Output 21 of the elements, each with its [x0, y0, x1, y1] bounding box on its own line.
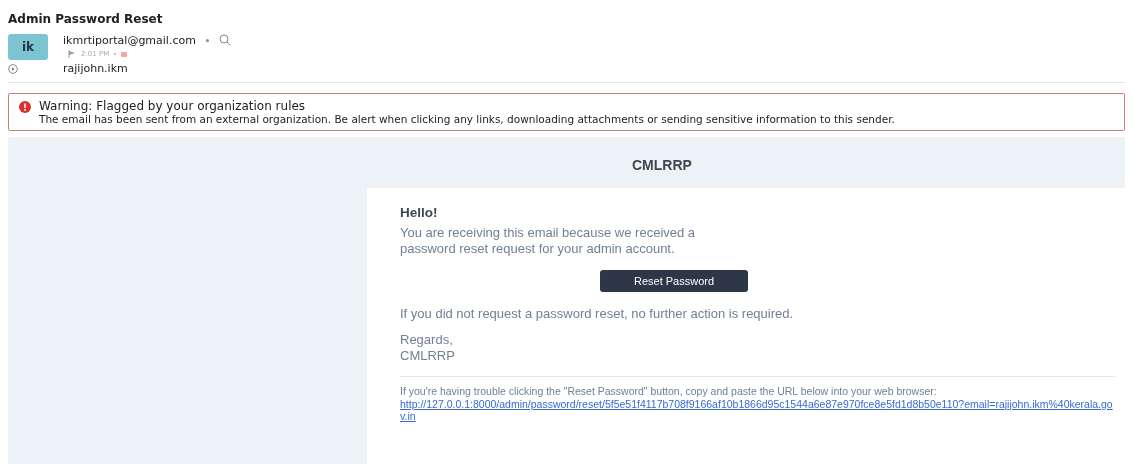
separator-dot	[114, 53, 117, 55]
recipient-name: rajijohn.ikm	[63, 60, 129, 76]
warning-message: The email has been sent from an external organization. Be alert when clicking any links, downloading attachments or sending sensitive information to this sender.	[39, 113, 895, 125]
sender-email: ikmrtiportal@gmail.com	[63, 33, 196, 47]
alert-icon	[19, 101, 31, 113]
search-icon	[218, 34, 231, 46]
email-subject: Admin Password Reset	[8, 11, 164, 28]
warning-title: Warning: Flagged by your organization rules	[39, 99, 307, 113]
regards-text: Regards,	[400, 332, 454, 348]
outro-text: If you did not request a password reset, no further action is required.	[400, 306, 795, 322]
tag-icon	[121, 51, 128, 57]
eye-icon	[8, 64, 18, 74]
brand-name: CMLRRP	[632, 156, 692, 175]
reset-password-button[interactable]: Reset Password	[600, 270, 748, 292]
reset-link[interactable]: http://127.0.0.1:8000/admin/password/reset/5f5e51f4117b708f9166af10b1866d95c1544a6e87e970fce8e5fd1d8b50e110?email=rajijohn.ikm%40kerala.gov.in	[400, 397, 1115, 423]
greeting: Hello!	[400, 205, 439, 220]
avatar: ik	[8, 34, 48, 60]
intro-text: You are receiving this email because we received a password reset request for your admin account.	[400, 225, 697, 257]
signature: CMLRRP	[400, 348, 456, 364]
separator-dot	[205, 38, 209, 42]
trouble-text: If you're having trouble clicking the "Reset Password" button, copy and paste the URL below into your web browser:	[400, 385, 938, 398]
